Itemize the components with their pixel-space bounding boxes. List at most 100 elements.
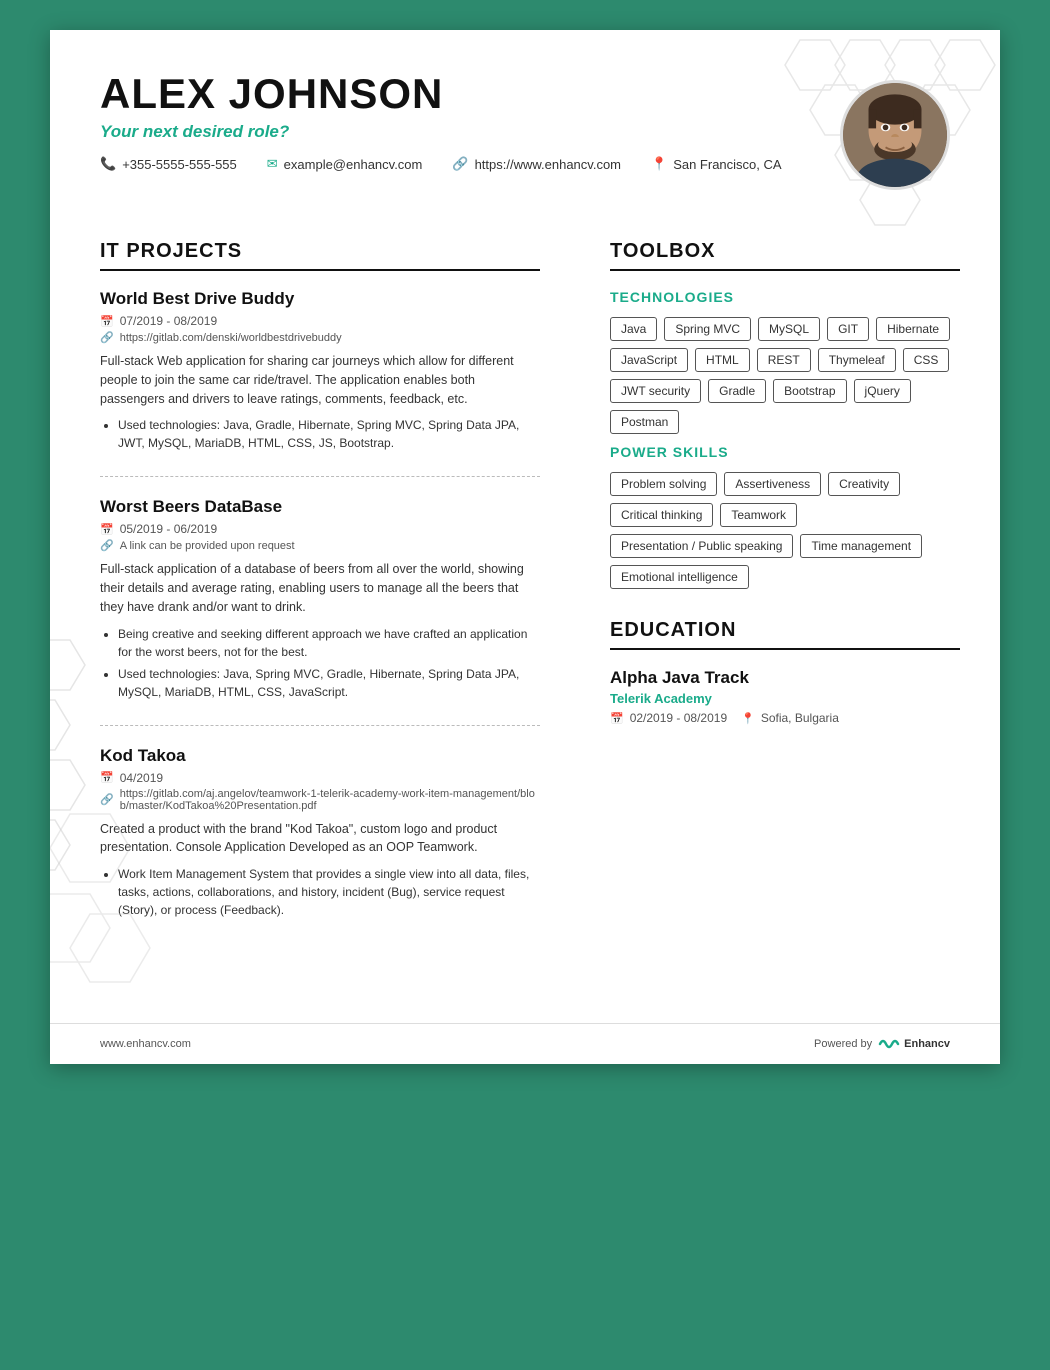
technology-tag: GIT — [827, 317, 869, 341]
project-meta: 📅 07/2019 - 08/2019 🔗https://gitlab.com/de… — [100, 314, 540, 344]
technology-tag: JWT security — [610, 379, 701, 403]
projects-section-title: IT PROJECTS — [100, 240, 540, 271]
project-link: https://gitlab.com/aj.angelov/teamwork-1… — [120, 788, 540, 812]
email-address: example@enhancv.com — [284, 157, 423, 172]
enhancv-logo: Enhancv — [878, 1036, 950, 1052]
power-skill-tag: Teamwork — [720, 503, 797, 527]
location-text: San Francisco, CA — [673, 157, 781, 172]
power-skills-label: POWER SKILLS — [610, 444, 960, 460]
power-skill-tag: Problem solving — [610, 472, 717, 496]
technology-tag: Thymeleaf — [818, 348, 896, 372]
bullet-item: Used technologies: Java, Gradle, Hiberna… — [118, 416, 540, 452]
edu-dates-row: 📅 02/2019 - 08/2019 — [610, 711, 727, 725]
link-icon: 🔗 — [100, 539, 114, 552]
toolbox-section-title: TOOLBOX — [610, 240, 960, 271]
edu-location-row: 📍 Sofia, Bulgaria — [741, 711, 839, 725]
project-bullets: Used technologies: Java, Gradle, Hiberna… — [100, 416, 540, 452]
technology-tag: Java — [610, 317, 657, 341]
email-icon: ✉ — [267, 156, 278, 172]
technology-tag: Spring MVC — [664, 317, 751, 341]
footer-url: www.enhancv.com — [100, 1038, 191, 1050]
project-bullets: Work Item Management System that provide… — [100, 865, 540, 919]
power-skill-tag: Presentation / Public speaking — [610, 534, 793, 558]
project-title: Kod Takoa — [100, 746, 540, 766]
right-column: TOOLBOX TECHNOLOGIES Java Spring MVC MySQL… — [580, 220, 1000, 983]
phone-contact: 📞 +355-5555-555-555 — [100, 156, 237, 172]
edu-meta: 📅 02/2019 - 08/2019 📍 Sofia, Bulgaria — [610, 711, 960, 725]
project-item: Kod Takoa 📅04/2019 🔗 https://gitlab.com/aj.… — [100, 746, 540, 944]
project-meta: 📅 05/2019 - 06/2019 🔗 A link can be provide… — [100, 522, 540, 552]
power-skill-tag: Critical thinking — [610, 503, 713, 527]
project-bullets: Being creative and seeking different app… — [100, 625, 540, 701]
project-dates: 05/2019 - 06/2019 — [120, 522, 217, 536]
technology-tag: MySQL — [758, 317, 820, 341]
powered-by-text: Powered by — [814, 1038, 872, 1050]
project-meta: 📅04/2019 🔗 https://gitlab.com/aj.angelov/t… — [100, 771, 540, 812]
header-left: ALEX JOHNSON Your next desired role? 📞 +… — [100, 70, 782, 172]
link-icon: 🔗 — [100, 793, 114, 806]
phone-icon: 📞 — [100, 156, 116, 172]
left-column: IT PROJECTS World Best Drive Buddy 📅 07/20… — [50, 220, 580, 983]
brand-name: Enhancv — [904, 1038, 950, 1050]
project-title: Worst Beers DataBase — [100, 497, 540, 517]
power-skill-tag: Creativity — [828, 472, 900, 496]
power-skill-tag: Assertiveness — [724, 472, 821, 496]
technology-tag: HTML — [695, 348, 750, 372]
project-item: World Best Drive Buddy 📅 07/2019 - 08/2019… — [100, 289, 540, 477]
footer-brand: Powered by Enhancv — [814, 1036, 950, 1052]
bullet-item: Being creative and seeking different app… — [118, 625, 540, 661]
contact-info: 📞 +355-5555-555-555 ✉ example@enhancv.co… — [100, 156, 782, 172]
project-title: World Best Drive Buddy — [100, 289, 540, 309]
power-skill-tag: Time management — [800, 534, 922, 558]
technologies-tags: Java Spring MVC MySQL GIT Hibernate JavaScrip… — [610, 317, 960, 434]
power-skills-tags: Problem solving Assertiveness Creativity Cr… — [610, 472, 960, 589]
project-link-row: 🔗 A link can be provided upon request — [100, 539, 540, 552]
calendar-icon: 📅 — [100, 315, 114, 328]
technologies-label: TECHNOLOGIES — [610, 289, 960, 305]
link-icon: 🔗 — [452, 156, 468, 172]
bullet-item: Used technologies: Java, Spring MVC, Gra… — [118, 665, 540, 701]
main-content: IT PROJECTS World Best Drive Buddy 📅 07/20… — [50, 210, 1000, 1023]
bullet-item: Work Item Management System that provide… — [118, 865, 540, 919]
project-link-row: 🔗 https://gitlab.com/aj.angelov/teamwork-… — [100, 788, 540, 812]
technology-tag: jQuery — [854, 379, 911, 403]
website-url: https://www.enhancv.com — [475, 157, 621, 172]
technology-tag: Hibernate — [876, 317, 950, 341]
project-dates-row: 📅 07/2019 - 08/2019 — [100, 314, 540, 328]
location-icon: 📍 — [651, 156, 667, 172]
project-dates-row: 📅 05/2019 - 06/2019 — [100, 522, 540, 536]
technology-tag: JavaScript — [610, 348, 688, 372]
technology-tag: CSS — [903, 348, 950, 372]
project-link-row: 🔗https://gitlab.com/denski/worldbestdriv… — [100, 331, 540, 344]
candidate-role: Your next desired role? — [100, 122, 782, 142]
technology-tag: Bootstrap — [773, 379, 846, 403]
avatar-image — [843, 83, 947, 187]
footer: www.enhancv.com Powered by Enhancv — [50, 1023, 1000, 1064]
edu-school: Telerik Academy — [610, 691, 960, 706]
project-link: https://gitlab.com/denski/worldbestdrive… — [120, 332, 342, 344]
project-description: Full-stack Web application for sharing c… — [100, 352, 540, 408]
website-contact: 🔗 https://www.enhancv.com — [452, 156, 621, 172]
project-description: Created a product with the brand "Kod Ta… — [100, 820, 540, 858]
education-section-title: EDUCATION — [610, 619, 960, 650]
technology-tag: Postman — [610, 410, 679, 434]
project-item: Worst Beers DataBase 📅 05/2019 - 06/2019 🔗 A… — [100, 497, 540, 725]
location-icon: 📍 — [741, 712, 755, 725]
candidate-name: ALEX JOHNSON — [100, 70, 782, 118]
technology-tag: Gradle — [708, 379, 766, 403]
email-contact: ✉ example@enhancv.com — [267, 156, 423, 172]
calendar-icon: 📅 — [100, 523, 114, 536]
power-skill-tag: Emotional intelligence — [610, 565, 749, 589]
calendar-icon: 📅 — [610, 712, 624, 725]
project-link: A link can be provided upon request — [120, 540, 295, 552]
location-contact: 📍 San Francisco, CA — [651, 156, 782, 172]
technology-tag: REST — [757, 348, 811, 372]
project-dates: 04/2019 — [120, 771, 163, 785]
projects-list: World Best Drive Buddy 📅 07/2019 - 08/2019… — [100, 289, 540, 943]
project-dates: 07/2019 - 08/2019 — [120, 314, 217, 328]
header: ALEX JOHNSON Your next desired role? 📞 +… — [50, 30, 1000, 210]
phone-number: +355-5555-555-555 — [122, 157, 237, 172]
resume-page: ALEX JOHNSON Your next desired role? 📞 +… — [50, 30, 1000, 1064]
edu-degree: Alpha Java Track — [610, 668, 960, 688]
project-dates-row: 📅04/2019 — [100, 771, 540, 785]
